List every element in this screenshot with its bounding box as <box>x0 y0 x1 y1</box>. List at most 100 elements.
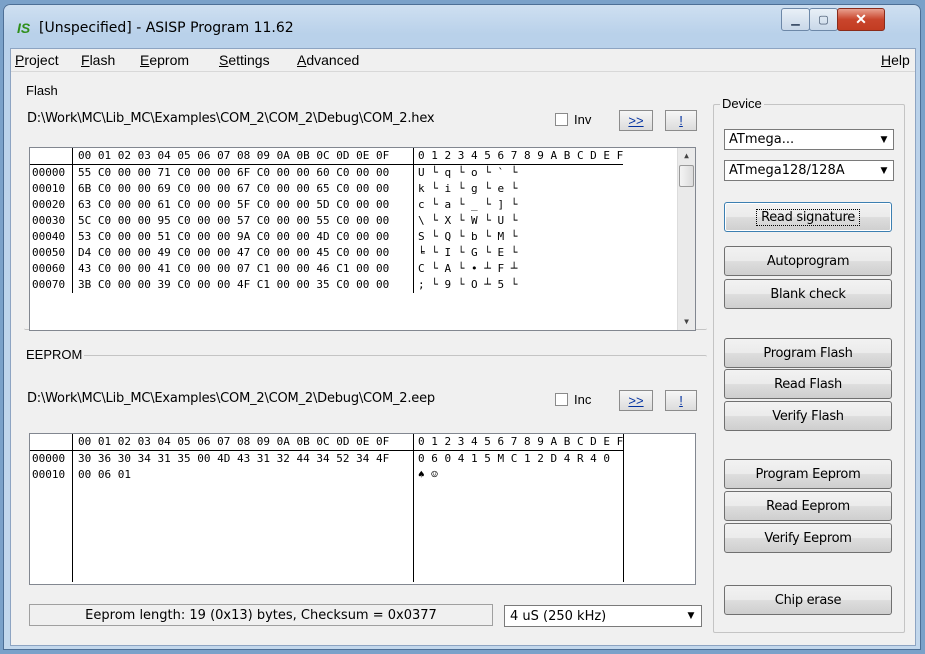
device-panel: Device ATmega... ▼ ATmega128/128A ▼ Read… <box>713 96 905 633</box>
row-address: 00000 <box>30 164 73 181</box>
chip-erase-button[interactable]: Chip erase <box>724 585 892 615</box>
inv-checkbox-box[interactable] <box>555 113 568 126</box>
hex-row: 00050 D4 C0 00 00 49 C0 00 00 47 C0 00 00… <box>30 245 623 261</box>
menu-flash[interactable]: Flash <box>81 52 115 68</box>
hex-row: 00010 00 06 01 ♠ ☺ <box>30 467 625 483</box>
menu-bar: Project Flash Eeprom Settings Advanced H… <box>11 49 915 72</box>
eeprom-more-button[interactable]: >> <box>619 390 653 411</box>
row-address: 00040 <box>30 229 73 245</box>
dropdown-arrow-icon[interactable]: ▼ <box>683 608 699 624</box>
hex-row: 00000 55 C0 00 00 71 C0 00 00 6F C0 00 00… <box>30 164 623 181</box>
menu-advanced[interactable]: Advanced <box>297 52 359 68</box>
device-group-label: Device <box>720 96 764 111</box>
device-model-select[interactable]: ATmega128/128A ▼ <box>724 160 894 181</box>
client-area: Project Flash Eeprom Settings Advanced H… <box>10 48 916 646</box>
inv-checkbox[interactable]: Inv <box>555 112 591 127</box>
title-bar[interactable]: IS [Unspecified] - ASISP Program 11.62 ▁… <box>3 4 921 48</box>
read-signature-label: Read signature <box>756 208 860 226</box>
device-family-select[interactable]: ATmega... ▼ <box>724 129 894 150</box>
row-hex: 55 C0 00 00 71 C0 00 00 6F C0 00 00 60 C… <box>72 164 414 181</box>
row-address: 00030 <box>30 213 73 229</box>
speed-select[interactable]: 4 uS (250 kHz) ▼ <box>504 605 702 627</box>
flash-hex-grid[interactable]: 00 01 02 03 04 05 06 07 08 09 0A 0B 0C 0… <box>29 147 696 331</box>
eeprom-file-path: D:\Work\MC\Lib_MC\Examples\COM_2\COM_2\D… <box>27 391 435 406</box>
flash-scrollbar[interactable]: ▲ ▼ <box>677 148 695 330</box>
row-ascii: S └ Q └ b └ M └ <box>418 230 518 243</box>
dropdown-arrow-icon[interactable]: ▼ <box>876 162 892 179</box>
row-address: 00060 <box>30 261 73 277</box>
status-text: Eeprom length: 19 (0x13) bytes, Checksum… <box>29 604 493 626</box>
row-address: 00000 <box>30 450 73 467</box>
row-hex: 30 36 30 34 31 35 00 4D 43 31 32 44 34 5… <box>72 450 414 467</box>
read-eeprom-button[interactable]: Read Eeprom <box>724 491 892 521</box>
window-title: [Unspecified] - ASISP Program 11.62 <box>39 20 294 36</box>
flash-exclaim-button[interactable]: ! <box>665 110 697 131</box>
row-hex: D4 C0 00 00 49 C0 00 00 47 C0 00 00 45 C… <box>72 245 414 261</box>
row-address: 00070 <box>30 277 73 293</box>
menu-project[interactable]: Project <box>15 52 59 68</box>
program-flash-button[interactable]: Program Flash <box>724 338 892 368</box>
hex-row: 00010 6B C0 00 00 69 C0 00 00 67 C0 00 00… <box>30 181 623 197</box>
row-address: 00020 <box>30 197 73 213</box>
read-flash-button[interactable]: Read Flash <box>724 369 892 399</box>
close-button[interactable]: ✕ <box>837 8 885 31</box>
menu-settings[interactable]: Settings <box>219 52 270 68</box>
row-hex: 00 06 01 <box>72 467 414 483</box>
hex-header-row: 00 01 02 03 04 05 06 07 08 09 0A 0B 0C 0… <box>30 148 624 165</box>
device-model-value: ATmega128/128A <box>729 163 845 178</box>
ascii-header-cols: 0 1 2 3 4 5 6 7 8 9 A B C D E F <box>413 434 625 451</box>
inc-label: Inc <box>574 392 592 407</box>
program-eeprom-button[interactable]: Program Eeprom <box>724 459 892 489</box>
app-logo-icon: IS <box>17 20 31 36</box>
row-ascii: \ └ X └ W └ U └ <box>418 214 518 227</box>
flash-group-label: Flash <box>24 83 60 98</box>
eeprom-hex-grid[interactable]: 00 01 02 03 04 05 06 07 08 09 0A 0B 0C 0… <box>29 433 696 585</box>
eeprom-exclaim-button[interactable]: ! <box>665 390 697 411</box>
row-hex: 43 C0 00 00 41 C0 00 00 07 C1 00 00 46 C… <box>72 261 414 277</box>
row-ascii: 0 6 0 4 1 5 M C 1 2 D 4 R 4 0 <box>413 450 625 467</box>
hex-header-cols: 00 01 02 03 04 05 06 07 08 09 0A 0B 0C 0… <box>72 148 414 165</box>
scroll-up-icon[interactable]: ▲ <box>678 148 695 164</box>
hex-row: 00020 63 C0 00 00 61 C0 00 00 5F C0 00 00… <box>30 197 623 213</box>
dropdown-arrow-icon[interactable]: ▼ <box>876 131 892 148</box>
hex-row: 00060 43 C0 00 00 41 C0 00 00 07 C1 00 00… <box>30 261 623 277</box>
autoprogram-button[interactable]: Autoprogram <box>724 246 892 276</box>
row-address: 00010 <box>30 467 73 483</box>
inv-label: Inv <box>574 112 592 127</box>
row-hex: 53 C0 00 00 51 C0 00 00 9A C0 00 00 4D C… <box>72 229 414 245</box>
hex-row: 00000 30 36 30 34 31 35 00 4D 43 31 32 44… <box>30 450 625 467</box>
speed-value: 4 uS (250 kHz) <box>510 609 607 624</box>
row-ascii: ; └ 9 └ O ┴ 5 └ <box>418 278 518 291</box>
hex-row: 00040 53 C0 00 00 51 C0 00 00 9A C0 00 00… <box>30 229 623 245</box>
app-window: IS [Unspecified] - ASISP Program 11.62 ▁… <box>3 4 921 650</box>
flash-file-path: D:\Work\MC\Lib_MC\Examples\COM_2\COM_2\D… <box>27 111 435 126</box>
row-ascii: c └ a └ _ └ ] └ <box>418 198 518 211</box>
inc-checkbox-box[interactable] <box>555 393 568 406</box>
hex-header-cols: 00 01 02 03 04 05 06 07 08 09 0A 0B 0C 0… <box>72 434 414 451</box>
minimize-button[interactable]: ▁ <box>781 8 810 31</box>
verify-flash-button[interactable]: Verify Flash <box>724 401 892 431</box>
row-ascii: C └ A └ • ┴ F ┴ <box>418 262 518 275</box>
row-ascii: ╘ └ I └ G └ E └ <box>418 246 518 259</box>
row-ascii: U └ q └ o └ ` └ <box>418 166 518 179</box>
ascii-header-cols: 0 1 2 3 4 5 6 7 8 9 A B C D E F <box>413 148 624 165</box>
menu-eeprom[interactable]: Eeprom <box>140 52 189 68</box>
inc-checkbox[interactable]: Inc <box>555 392 591 407</box>
hex-row: 00030 5C C0 00 00 95 C0 00 00 57 C0 00 00… <box>30 213 623 229</box>
blank-check-button[interactable]: Blank check <box>724 279 892 309</box>
hex-header-row: 00 01 02 03 04 05 06 07 08 09 0A 0B 0C 0… <box>30 434 625 451</box>
verify-eeprom-button[interactable]: Verify Eeprom <box>724 523 892 553</box>
maximize-button[interactable]: ▢ <box>809 8 838 31</box>
scroll-down-icon[interactable]: ▼ <box>678 314 695 330</box>
row-hex: 63 C0 00 00 61 C0 00 00 5F C0 00 00 5D C… <box>72 197 414 213</box>
read-signature-button[interactable]: Read signature <box>724 202 892 232</box>
device-family-value: ATmega... <box>729 132 795 147</box>
row-address: 00010 <box>30 181 73 197</box>
row-hex: 5C C0 00 00 95 C0 00 00 57 C0 00 00 55 C… <box>72 213 414 229</box>
row-ascii: ♠ ☺ <box>413 467 625 483</box>
scroll-thumb[interactable] <box>679 165 694 187</box>
flash-more-button[interactable]: >> <box>619 110 653 131</box>
hex-row: 00070 3B C0 00 00 39 C0 00 00 4F C1 00 00… <box>30 277 623 293</box>
row-hex: 3B C0 00 00 39 C0 00 00 4F C1 00 00 35 C… <box>72 277 414 293</box>
menu-help[interactable]: Help <box>881 52 910 68</box>
